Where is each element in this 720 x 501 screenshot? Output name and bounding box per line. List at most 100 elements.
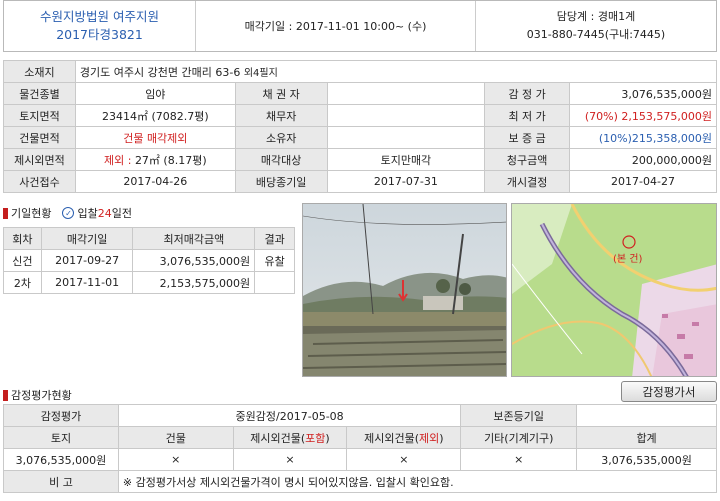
eval-col-building: 건물	[117, 426, 234, 449]
land-area-value: 23414㎡ (7082.7평)	[74, 104, 236, 127]
photo-illustration	[303, 204, 506, 376]
phone-number: 031-880-7445(구내:7445)	[526, 28, 666, 41]
debtor-value	[326, 104, 486, 127]
col-inc-a: 제시외건물(	[250, 431, 306, 445]
filed-value: 2017-04-26	[74, 170, 236, 193]
history-col-result: 결과	[254, 227, 295, 250]
claim-label: 청구금액	[484, 148, 571, 171]
table-row: 신건 2017-09-27 3,076,535,000원 유찰	[3, 249, 295, 272]
excluded-area-label: 제시외면적	[3, 148, 76, 171]
address-value: 경기도 여주시 강천면 간매리 63-6	[79, 65, 241, 79]
building-area-label: 건물면적	[3, 126, 76, 149]
filed-label: 사건접수	[3, 170, 76, 193]
type-value: 임야	[74, 82, 236, 105]
eval-col-etc: 기타(기계기구)	[460, 426, 578, 449]
type-label: 물건종별	[3, 82, 76, 105]
excluded-prefix: 제외 :	[103, 153, 135, 167]
d-day: 입찰24일전	[77, 205, 132, 221]
excluded-area-cell: 제외 : 27㎡ (8.17평)	[74, 148, 236, 171]
sale-target-value: 토지만매각	[326, 148, 486, 171]
building-area-value: 건물 매각제외	[74, 126, 236, 149]
eval-sum-value: 3,076,535,000원	[576, 448, 717, 471]
eval-building-value: ×	[117, 448, 234, 471]
history-table: 회차 매각기일 최저매각금액 결과 신건 2017-09-27 3,076,53…	[3, 227, 295, 294]
eval-col-excl-excluded: 제시외건물(제외)	[346, 426, 462, 449]
location-map[interactable]: (본 건)	[511, 203, 717, 377]
history-col-min: 최저매각금액	[132, 227, 256, 250]
deposit-value: (10%)215,358,000원	[569, 126, 717, 149]
eval-col-excl-included: 제시외건물(포함)	[232, 426, 348, 449]
section-marker-icon	[3, 207, 8, 219]
owner-label: 소유자	[234, 126, 328, 149]
owner-value	[326, 126, 486, 149]
dividend-label: 배당종기일	[234, 170, 328, 193]
history-title: 기일현황	[11, 207, 52, 220]
property-info-table: 소재지 경기도 여주시 강천면 간매리 63-6 외4필지 물건종별 임야 채 …	[3, 60, 718, 193]
eval-title: 감정평가현황	[11, 389, 72, 402]
eval-land-value: 3,076,535,000원	[3, 448, 119, 471]
check-circle-icon: ✓	[62, 207, 75, 219]
start-label: 개시결정	[484, 170, 571, 193]
creditor-value	[326, 82, 486, 105]
address-label: 소재지	[3, 60, 76, 83]
base-date-label: 보존등기일	[460, 404, 578, 427]
eval-exc-value: ×	[346, 448, 462, 471]
table-row: 3,076,535,000원 × × × × 3,076,535,000원	[3, 448, 717, 471]
claim-value: 200,000,000원	[569, 148, 717, 171]
min-price-label: 최 저 가	[484, 104, 571, 127]
history-section-title: 기일현황 ✓ 입찰24일전	[3, 205, 132, 221]
round-cell: 신건	[3, 249, 42, 272]
court-name: 수원지방법원 여주지원	[40, 9, 159, 24]
min-price-value: (70%) 2,153,575,000원	[569, 104, 717, 127]
deposit-label: 보 증 금	[484, 126, 571, 149]
case-number: 2017타경3821	[56, 27, 143, 42]
dividend-value: 2017-07-31	[326, 170, 486, 193]
eval-section-title: 감정평가현황	[3, 387, 72, 403]
excluded-area-value: 27㎡ (8.17평)	[134, 153, 207, 167]
col-exc-b: 제외	[419, 431, 440, 445]
history-col-round: 회차	[3, 227, 42, 250]
note-value: ※ 감정평가서상 제시외건물가격이 명시 되어있지않음. 입찰시 확인요함.	[117, 470, 718, 493]
col-exc-a: 제시외건물(	[364, 431, 420, 445]
eval-col-sum: 합계	[576, 426, 717, 449]
table-row: 2차 2017-11-01 2,153,575,000원	[3, 271, 295, 294]
contact-info: 담당계 : 경매1계 031-880-7445(구내:7445)	[476, 1, 716, 51]
col-inc-c: )	[325, 431, 330, 445]
map-marker-label: (본 건)	[613, 253, 642, 265]
d-day-suffix: 일전	[111, 207, 132, 220]
min-cell: 2,153,575,000원	[132, 271, 256, 294]
result-cell	[254, 271, 295, 294]
d-day-prefix: 입찰	[77, 207, 98, 220]
d-day-number: 24	[97, 207, 112, 220]
round-cell: 2차	[3, 271, 42, 294]
history-col-date: 매각기일	[40, 227, 134, 250]
address-extra-link[interactable]: 외4필지	[244, 68, 278, 79]
address-cell: 경기도 여주시 강천면 간매리 63-6 외4필지	[74, 60, 718, 83]
case-header: 수원지방법원 여주지원 2017타경3821 매각기일 : 2017-11-01…	[3, 0, 717, 52]
note-label: 비 고	[3, 470, 119, 493]
eval-inc-value: ×	[232, 448, 348, 471]
eval-col-land: 토지	[3, 426, 119, 449]
map-illustration: (본 건)	[512, 204, 716, 376]
sale-target-label: 매각대상	[234, 148, 328, 171]
creditor-label: 채 권 자	[234, 82, 328, 105]
sale-date: 매각기일 : 2017-11-01 10:00~ (수)	[196, 1, 476, 51]
col-inc-b: 포함	[305, 431, 326, 445]
debtor-label: 채무자	[234, 104, 328, 127]
property-photo[interactable]	[302, 203, 507, 377]
date-cell: 2017-09-27	[40, 249, 134, 272]
eval-table: 감정평가 중원감정/2017-05-08 보존등기일 토지 건물 제시외건물(포…	[3, 404, 718, 493]
date-cell: 2017-11-01	[40, 271, 134, 294]
eval-value: 중원감정/2017-05-08	[117, 404, 462, 427]
base-date-value	[576, 404, 717, 427]
eval-label: 감정평가	[3, 404, 119, 427]
start-value: 2017-04-27	[569, 170, 717, 193]
case-title: 수원지방법원 여주지원 2017타경3821	[4, 1, 196, 51]
appraisal-value: 3,076,535,000원	[569, 82, 717, 105]
eval-etc-value: ×	[460, 448, 578, 471]
min-cell: 3,076,535,000원	[132, 249, 256, 272]
result-cell: 유찰	[254, 249, 295, 272]
col-exc-c: )	[439, 431, 444, 445]
dept-label: 담당계 : 경매1계	[556, 10, 636, 23]
appraisal-report-button[interactable]: 감정평가서	[621, 381, 717, 402]
